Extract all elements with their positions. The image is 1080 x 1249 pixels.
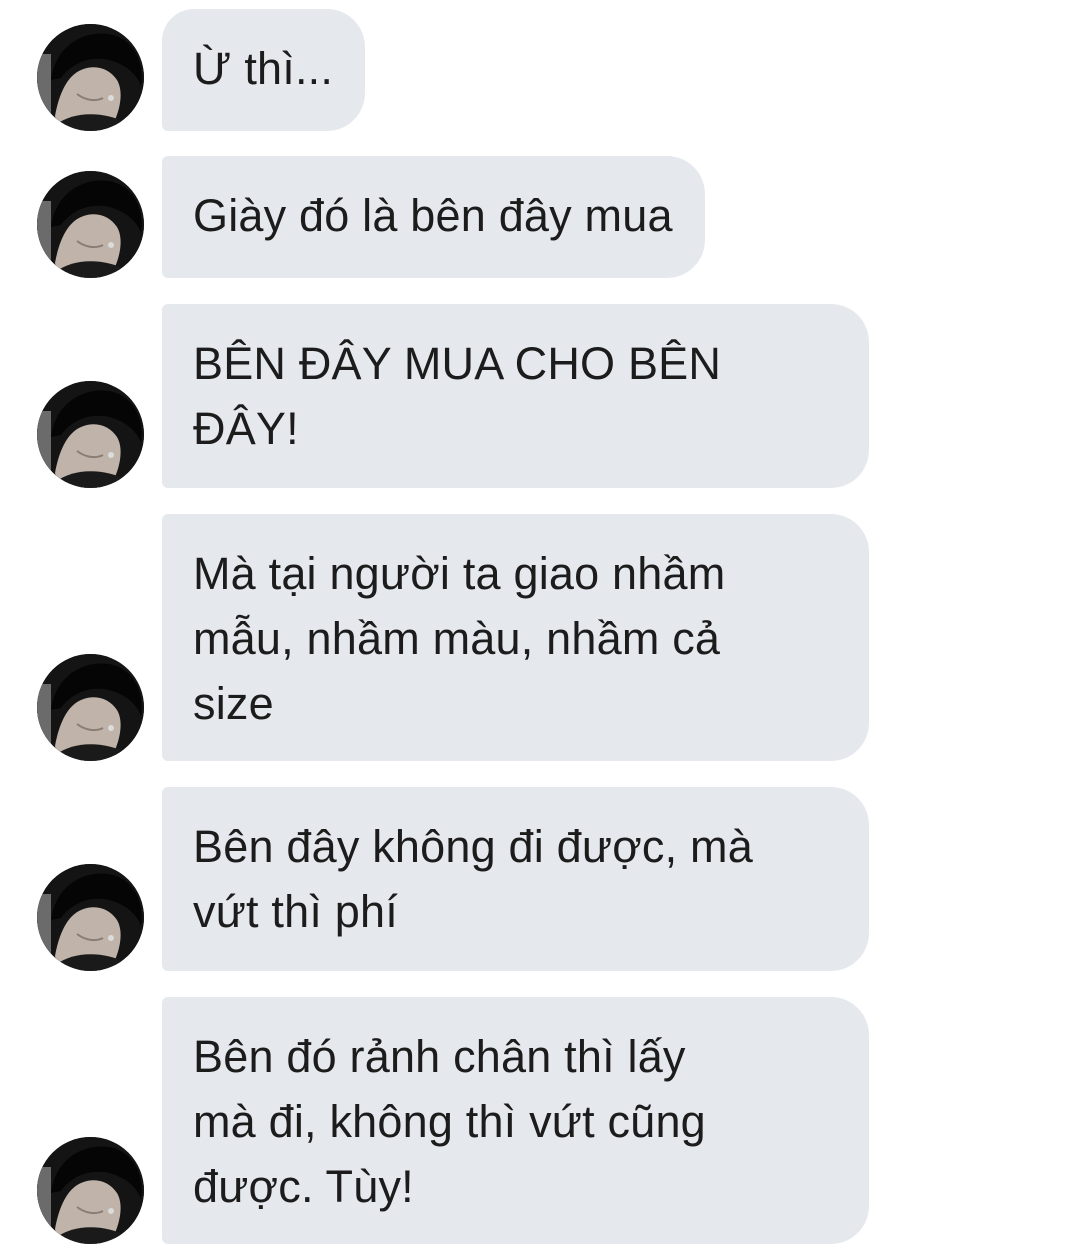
message-bubble[interactable]: Giày đó là bên đây mua: [162, 156, 705, 278]
user-avatar-icon: [37, 864, 144, 971]
sender-avatar[interactable]: [37, 1137, 144, 1244]
user-avatar-icon: [37, 1137, 144, 1244]
message-text: vứt thì phí: [193, 886, 398, 937]
user-avatar-icon: [37, 381, 144, 488]
sender-avatar[interactable]: [37, 864, 144, 971]
message-bubble[interactable]: Mà tại người ta giao nhầm mẫu, nhầm màu,…: [162, 514, 869, 761]
message-text: Bên đây không đi được, mà: [193, 821, 753, 872]
message-text: Mà tại người ta giao nhầm: [193, 548, 726, 599]
user-avatar-icon: [37, 24, 144, 131]
message-bubble[interactable]: BÊN ĐÂY MUA CHO BÊN ĐÂY!: [162, 304, 869, 488]
message-text: được. Tùy!: [193, 1161, 414, 1212]
message-bubble[interactable]: Bên đó rảnh chân thì lấy mà đi, không th…: [162, 997, 869, 1244]
message-text: mẫu, nhầm màu, nhầm cả: [193, 613, 721, 664]
sender-avatar[interactable]: [37, 654, 144, 761]
message-text: Bên đó rảnh chân thì lấy: [193, 1031, 686, 1082]
message-bubble[interactable]: Bên đây không đi được, mà vứt thì phí: [162, 787, 869, 971]
message-text: Giày đó là bên đây mua: [193, 190, 673, 241]
sender-avatar[interactable]: [37, 24, 144, 131]
message-text: size: [193, 678, 274, 729]
user-avatar-icon: [37, 171, 144, 278]
message-bubble[interactable]: Ừ thì...: [162, 9, 366, 131]
message-text: BÊN ĐÂY MUA CHO BÊN: [193, 338, 722, 389]
sender-avatar[interactable]: [37, 381, 144, 488]
message-text: Ừ thì...: [193, 43, 334, 94]
message-text: ĐÂY!: [193, 403, 299, 454]
message-text: mà đi, không thì vứt cũng: [193, 1096, 706, 1147]
sender-avatar[interactable]: [37, 171, 144, 278]
user-avatar-icon: [37, 654, 144, 761]
